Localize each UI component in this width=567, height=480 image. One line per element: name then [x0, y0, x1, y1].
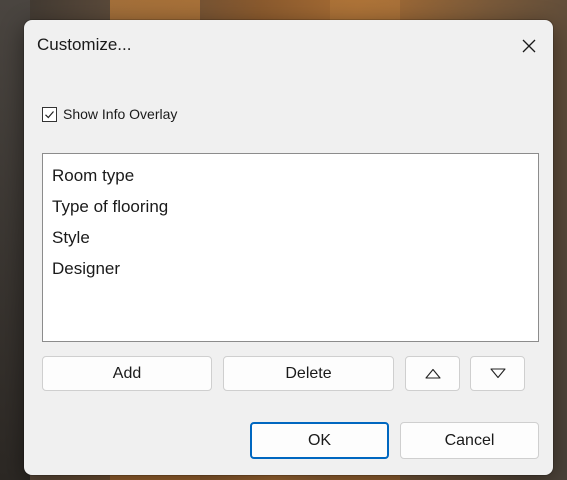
list-item[interactable]: Type of flooring	[43, 191, 538, 222]
add-button[interactable]: Add	[42, 356, 212, 391]
title-bar: Customize...	[24, 20, 553, 76]
checkbox-box[interactable]	[42, 106, 57, 122]
list-item[interactable]: Designer	[43, 253, 538, 284]
info-fields-listbox[interactable]: Room type Type of flooring Style Designe…	[42, 153, 539, 342]
close-icon	[522, 39, 536, 53]
checkbox-label: Show Info Overlay	[63, 106, 178, 122]
triangle-down-icon	[489, 368, 506, 379]
show-info-overlay-checkbox[interactable]: Show Info Overlay	[42, 106, 177, 122]
cancel-button[interactable]: Cancel	[400, 422, 539, 459]
triangle-up-icon	[424, 368, 441, 379]
delete-button[interactable]: Delete	[223, 356, 394, 391]
dialog-title: Customize...	[37, 35, 132, 54]
checkmark-icon	[45, 110, 54, 118]
ok-button[interactable]: OK	[250, 422, 389, 459]
customize-dialog: Customize... Show Info Overlay Room type…	[24, 20, 553, 475]
list-item[interactable]: Style	[43, 222, 538, 253]
list-item[interactable]: Room type	[43, 160, 538, 191]
move-down-button[interactable]	[470, 356, 525, 391]
close-button[interactable]	[511, 30, 547, 62]
move-up-button[interactable]	[405, 356, 460, 391]
